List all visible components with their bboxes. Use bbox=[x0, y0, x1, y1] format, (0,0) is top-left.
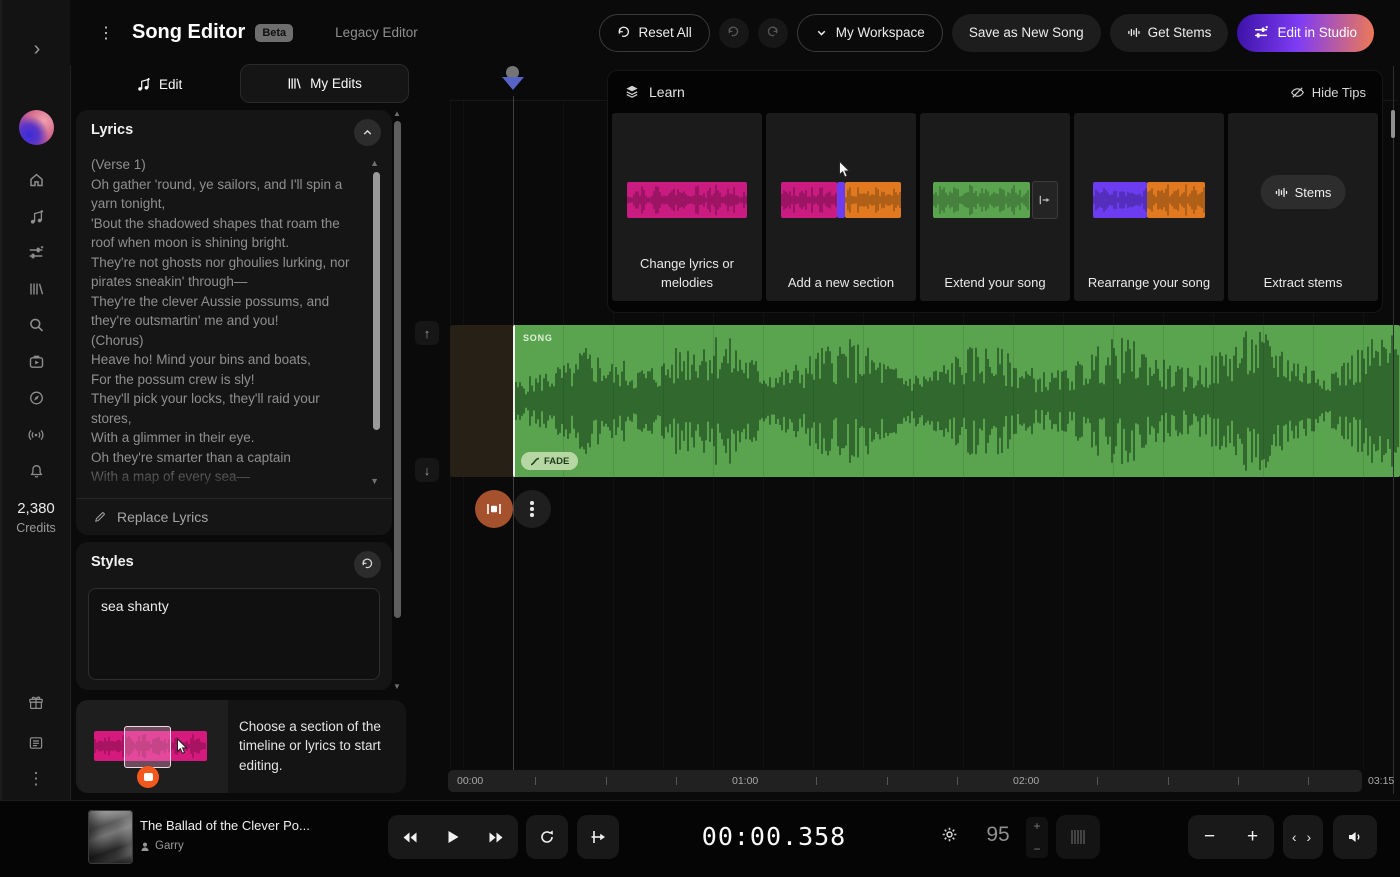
timeline-area: SONG FADE ↑ ↓ Learn Hide Tips bbox=[0, 0, 1400, 877]
vertical-scrollbar[interactable] bbox=[1391, 110, 1395, 138]
bpm-value[interactable]: 95 bbox=[978, 823, 1018, 847]
play-button[interactable] bbox=[431, 815, 474, 859]
learn-card-label: Add a new section bbox=[774, 274, 908, 293]
zoom-out-button[interactable]: − bbox=[1188, 815, 1231, 859]
cursor-icon bbox=[176, 738, 189, 755]
loop-button[interactable] bbox=[526, 815, 568, 859]
vertical-scrollbar-track bbox=[1393, 66, 1394, 794]
ruler-label: 02:00 bbox=[1013, 775, 1039, 787]
learn-card-extract-stems[interactable]: Stems Extract stems bbox=[1228, 113, 1378, 301]
time-display: 00:00.358 bbox=[690, 822, 858, 851]
fast-forward-button[interactable] bbox=[475, 815, 518, 859]
zoom-in-button[interactable]: + bbox=[1231, 815, 1274, 859]
fade-badge[interactable]: FADE bbox=[521, 452, 578, 470]
stems-chip-label: Stems bbox=[1295, 185, 1332, 200]
extend-icon bbox=[1032, 181, 1058, 219]
stems-icon bbox=[1275, 186, 1288, 199]
album-art[interactable] bbox=[88, 810, 133, 864]
learn-card-label: Rearrange your song bbox=[1082, 274, 1216, 293]
ruler-label: 01:00 bbox=[732, 775, 758, 787]
bpm-increase-button[interactable]: + bbox=[1033, 820, 1040, 832]
song-clip-label: SONG bbox=[523, 333, 553, 343]
song-clip[interactable]: SONG FADE bbox=[513, 325, 1400, 477]
scroll-down-button[interactable]: ↓ bbox=[415, 458, 439, 482]
playhead-marker-icon[interactable] bbox=[502, 77, 524, 90]
eye-off-icon bbox=[1290, 85, 1305, 100]
settings-gear-icon[interactable] bbox=[941, 826, 958, 843]
zoom-controls: − + bbox=[1188, 815, 1274, 859]
fit-icon: ‹ › bbox=[1292, 829, 1314, 845]
fade-label: FADE bbox=[544, 456, 569, 467]
duration-label: 03:15 bbox=[1368, 775, 1394, 787]
kebab-icon bbox=[530, 501, 534, 517]
bpm-stepper: + − bbox=[1026, 817, 1048, 858]
section-select-button[interactable] bbox=[475, 490, 513, 528]
playback-controls bbox=[388, 815, 518, 859]
fit-view-button[interactable]: ‹ › bbox=[1283, 815, 1323, 859]
volume-button[interactable] bbox=[1333, 815, 1377, 859]
learn-title: Learn bbox=[649, 84, 685, 100]
learn-card-label: Extract stems bbox=[1236, 274, 1370, 293]
fade-curve-icon bbox=[530, 457, 540, 466]
hide-tips-label: Hide Tips bbox=[1312, 85, 1366, 100]
bpm-decrease-button[interactable]: − bbox=[1033, 843, 1040, 855]
timeline-scrollbar[interactable]: 00:00 01:00 02:00 bbox=[448, 770, 1362, 792]
stems-chip[interactable]: Stems bbox=[1261, 175, 1346, 209]
song-waveform bbox=[513, 325, 1400, 477]
learn-card-rearrange[interactable]: Rearrange your song bbox=[1074, 113, 1224, 301]
learn-card-label: Change lyrics or melodies bbox=[620, 255, 754, 293]
playhead-line[interactable] bbox=[513, 96, 514, 770]
transport-bar: The Ballad of the Clever Po... Garry 00:… bbox=[0, 800, 1400, 877]
follow-playhead-button[interactable] bbox=[577, 815, 619, 859]
metronome-button[interactable] bbox=[1056, 815, 1100, 859]
track-artist: Garry bbox=[140, 840, 184, 852]
user-icon bbox=[140, 841, 150, 852]
learn-card-label: Extend your song bbox=[928, 274, 1062, 293]
pre-song-region[interactable] bbox=[450, 325, 513, 477]
learn-panel: Learn Hide Tips Change lyrics or melodie… bbox=[607, 70, 1383, 313]
artist-name: Garry bbox=[155, 840, 184, 852]
learn-card-extend[interactable]: Extend your song bbox=[920, 113, 1070, 301]
layers-icon bbox=[624, 84, 640, 100]
song-editor-app: › 2,380 Credits bbox=[0, 0, 1400, 877]
scroll-up-button[interactable]: ↑ bbox=[415, 321, 439, 345]
clip-options-button[interactable] bbox=[513, 490, 551, 528]
rewind-button[interactable] bbox=[388, 815, 431, 859]
cursor-icon bbox=[838, 160, 852, 179]
ruler-label: 00:00 bbox=[457, 775, 483, 787]
track-title[interactable]: The Ballad of the Clever Po... bbox=[140, 818, 310, 833]
hide-tips-button[interactable]: Hide Tips bbox=[1290, 85, 1366, 100]
learn-card-add-section[interactable]: Add a new section bbox=[766, 113, 916, 301]
learn-card-change-lyrics[interactable]: Change lyrics or melodies bbox=[612, 113, 762, 301]
